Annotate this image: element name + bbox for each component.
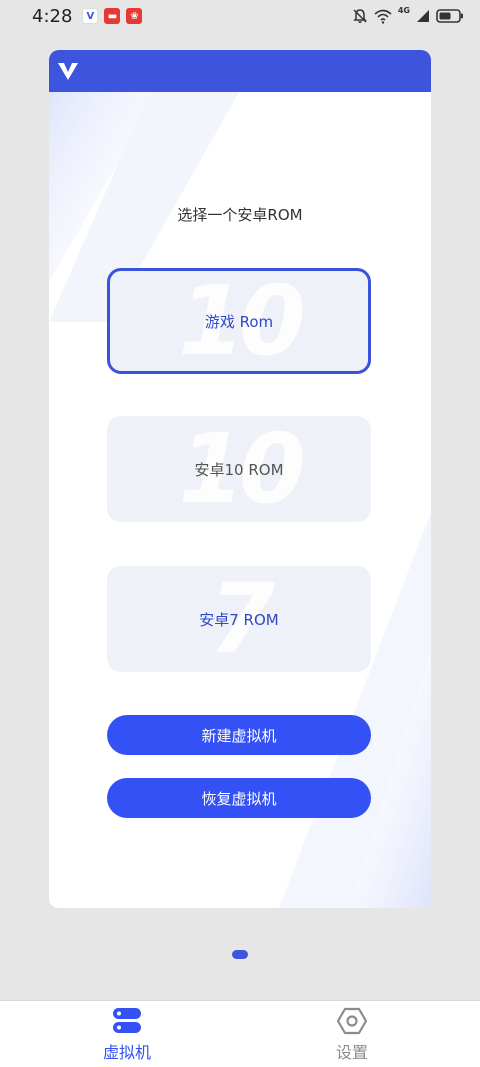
- status-bar: 4:28 V ▬ ❀ 4G: [0, 0, 480, 32]
- nav-label: 设置: [335, 1043, 368, 1062]
- rom-option-label: 安卓7 ROM: [199, 610, 279, 629]
- status-time: 4:28: [32, 5, 73, 27]
- rom-option-game[interactable]: 10 游戏 Rom: [107, 268, 371, 374]
- app-logo-icon: [58, 63, 78, 80]
- nav-item-virtual-machine[interactable]: 虚拟机: [67, 1001, 187, 1067]
- rom-option-android7[interactable]: 7 安卓7 ROM: [107, 566, 371, 672]
- rom-option-label: 游戏 Rom: [204, 312, 274, 331]
- rom-option-label: 安卓10 ROM: [194, 460, 284, 479]
- hexagon-gear-icon: [336, 1007, 368, 1035]
- battery-icon: [436, 9, 463, 23]
- network-type-label: 4G: [397, 6, 410, 15]
- red-app-notification-icon: ▬: [104, 8, 121, 24]
- status-icons: 4G: [352, 6, 464, 24]
- new-vm-button[interactable]: 新建虚拟机: [107, 715, 371, 755]
- nav-label: 虚拟机: [102, 1043, 151, 1062]
- nav-item-settings[interactable]: 设置: [292, 1001, 412, 1067]
- select-rom-prompt: 选择一个安卓ROM: [177, 206, 303, 224]
- app-v-notification-icon: V: [82, 8, 99, 24]
- mute-bell-icon: [353, 9, 367, 23]
- cellular-signal-icon: [417, 10, 429, 22]
- bottom-navigation: 虚拟机 设置: [0, 1000, 480, 1067]
- wifi-icon: [374, 9, 392, 24]
- server-stack-icon: [113, 1008, 141, 1033]
- rom-selection-card: 选择一个安卓ROM 10 游戏 Rom 10 安卓10 ROM 7 安卓7 RO…: [49, 50, 431, 908]
- page-indicator-dot: [232, 950, 248, 959]
- card-header: [49, 50, 431, 92]
- restore-vm-button[interactable]: 恢复虚拟机: [107, 778, 371, 818]
- rom-option-android10[interactable]: 10 安卓10 ROM: [107, 416, 371, 522]
- gift-notification-icon: ❀: [126, 8, 143, 24]
